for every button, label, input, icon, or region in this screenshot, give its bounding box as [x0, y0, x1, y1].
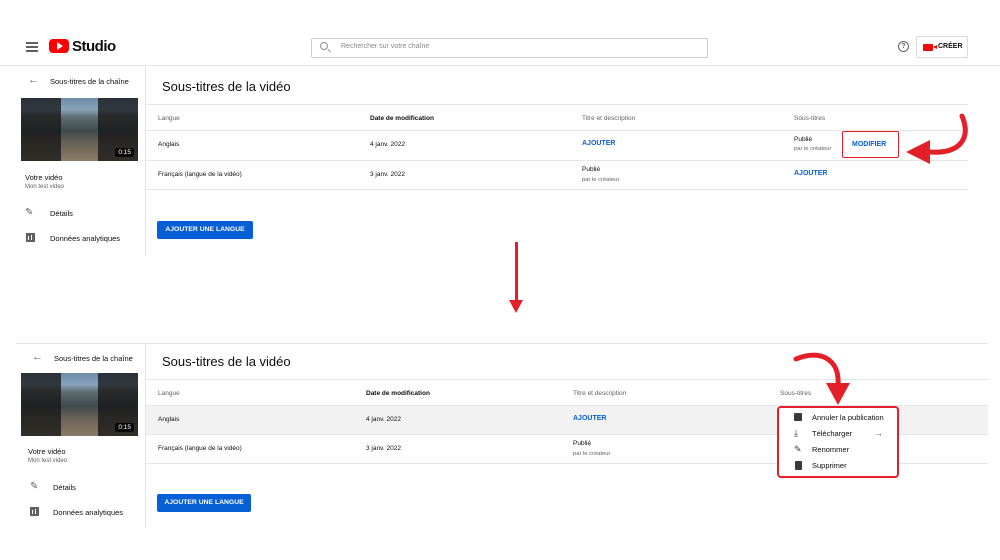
download-icon: ⤓: [794, 428, 798, 438]
row-language: Anglais: [158, 416, 180, 423]
column-header-title-description: Titre et description: [573, 390, 627, 397]
unpublish-icon: [794, 413, 802, 421]
pencil-icon: ✎: [30, 481, 39, 492]
row-date: 3 janv. 2022: [370, 171, 405, 178]
top-app-bar: Studio Rechercher sur votre chaîne ? CRÉ…: [0, 30, 1000, 66]
video-thumbnail[interactable]: 0:15: [21, 373, 138, 436]
subtitle-options-menu: Annuler la publication ⤓ Télécharger → ✎…: [777, 406, 899, 478]
row-language: Anglais: [158, 141, 180, 148]
create-button-label: CRÉER: [938, 43, 963, 50]
channel-subtitles-link[interactable]: Sous-titres de la chaîne: [50, 77, 129, 86]
sidebar-item-details[interactable]: Détails: [50, 209, 73, 218]
sidebar-item-analytics[interactable]: Données analytiques: [50, 234, 120, 243]
menu-item-label: Renommer: [812, 445, 850, 454]
youtube-logo-icon[interactable]: [49, 39, 69, 53]
video-subtitle: Mon test video: [25, 184, 65, 190]
row-date: 4 janv. 2022: [366, 416, 401, 423]
down-arrow-head-icon: [509, 300, 523, 313]
pencil-icon: ✎: [794, 444, 802, 454]
add-language-button[interactable]: AJOUTER UNE LANGUE: [157, 221, 253, 239]
row-language: Français (langue de la vidéo): [158, 171, 242, 178]
video-title: Votre vidéo: [25, 173, 63, 182]
pencil-icon: ✎: [25, 207, 34, 218]
menu-item-rename[interactable]: ✎ Renommer: [779, 442, 897, 457]
sidebar-item-analytics[interactable]: Données analytiques: [53, 508, 123, 517]
back-arrow-icon[interactable]: ←: [28, 74, 39, 86]
submenu-arrow-icon: →: [875, 429, 883, 438]
video-title: Votre vidéo: [28, 447, 66, 456]
row-divider: [146, 160, 968, 161]
title-divider: [146, 379, 988, 380]
column-header-subtitles: Sous-titres: [794, 115, 826, 122]
title-description-author: par le créateur: [582, 177, 620, 183]
title-description-author: par le créateur: [573, 451, 611, 457]
analytics-icon: [26, 233, 35, 242]
menu-item-unpublish[interactable]: Annuler la publication: [779, 410, 897, 425]
panel-top-border: [16, 343, 988, 344]
add-title-description-button[interactable]: AJOUTER: [573, 415, 606, 422]
row-language: Français (langue de la vidéo): [158, 445, 242, 452]
channel-subtitles-link[interactable]: Sous-titres de la chaîne: [54, 354, 133, 363]
page-title: Sous-titres de la vidéo: [162, 354, 291, 369]
column-header-date[interactable]: Date de modification: [370, 115, 434, 122]
row-date: 3 janv. 2022: [366, 445, 401, 452]
subtitle-author: par le créateur: [794, 146, 832, 152]
column-header-title-description: Titre et description: [582, 115, 636, 122]
search-icon: [320, 42, 328, 50]
menu-item-delete[interactable]: Supprimer: [779, 458, 897, 473]
back-arrow-icon[interactable]: ←: [32, 351, 43, 363]
row-divider: [146, 189, 968, 190]
down-arrow-annotation-icon: [515, 242, 518, 305]
video-duration: 0:15: [115, 423, 134, 432]
video-camera-icon: [923, 44, 937, 51]
video-subtitle: Mon test video: [28, 458, 68, 464]
page-title: Sous-titres de la vidéo: [162, 79, 291, 94]
title-description-status: Publié: [582, 166, 601, 173]
menu-item-label: Supprimer: [812, 461, 847, 470]
video-duration: 0:15: [115, 148, 134, 157]
analytics-icon: [30, 507, 39, 516]
title-description-status: Publié: [573, 440, 592, 447]
menu-icon[interactable]: [26, 42, 38, 52]
menu-item-label: Annuler la publication: [812, 413, 884, 422]
subtitle-status: Publié: [794, 136, 813, 143]
sidebar-divider: [145, 344, 146, 528]
add-subtitles-button[interactable]: AJOUTER: [794, 170, 827, 177]
column-header-language: Langue: [158, 390, 180, 397]
create-button[interactable]: CRÉER: [916, 36, 968, 58]
title-divider: [146, 104, 968, 105]
sidebar-item-details[interactable]: Détails: [53, 483, 76, 492]
help-icon[interactable]: ?: [898, 41, 909, 52]
trash-icon: [795, 461, 802, 470]
add-language-button[interactable]: AJOUTER UNE LANGUE: [157, 494, 251, 512]
studio-logo-text[interactable]: Studio: [72, 38, 116, 55]
search-input[interactable]: Rechercher sur votre chaîne: [311, 38, 708, 58]
menu-item-download[interactable]: ⤓ Télécharger →: [779, 426, 897, 441]
modify-highlight-box: MODIFIER: [842, 131, 899, 158]
menu-item-label: Télécharger: [812, 429, 853, 438]
curved-arrow-annotation-icon: [906, 113, 968, 164]
column-header-date[interactable]: Date de modification: [366, 390, 430, 397]
modify-subtitles-button[interactable]: MODIFIER: [852, 141, 886, 148]
sidebar-divider: [145, 66, 146, 256]
column-header-language: Langue: [158, 115, 180, 122]
row-date: 4 janv. 2022: [370, 141, 405, 148]
search-placeholder: Rechercher sur votre chaîne: [341, 43, 430, 50]
curved-arrow-annotation-icon: [793, 352, 850, 405]
video-thumbnail[interactable]: 0:15: [21, 98, 138, 161]
add-title-description-button[interactable]: AJOUTER: [582, 140, 615, 147]
